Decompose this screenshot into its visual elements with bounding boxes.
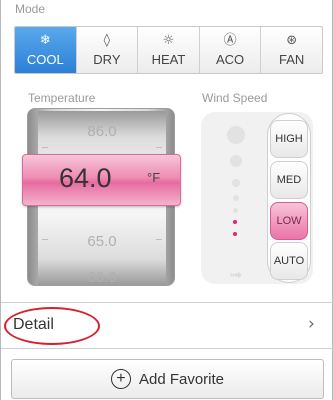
add-favorite-label: Add Favorite — [138, 370, 225, 388]
chevron-right-icon: › — [308, 314, 315, 334]
plus-circle-icon: + — [110, 369, 131, 389]
temperature-option[interactable]: 66.0 — [38, 269, 166, 285]
auto-ai-icon: Ⓐ — [223, 33, 237, 48]
fan-icon: ⊛ — [286, 33, 298, 48]
snowflake-icon: ❄ — [39, 33, 51, 48]
wind-speed-low-button[interactable]: LOW — [270, 202, 308, 240]
droplet-icon: ◊ — [103, 33, 111, 48]
mode-tab-heat[interactable]: ☼ HEAT — [138, 27, 200, 73]
drum-tick — [42, 147, 48, 148]
mode-label: Mode — [15, 2, 46, 16]
temperature-option[interactable]: 86.0 — [38, 123, 166, 140]
mode-tab-label: FAN — [279, 52, 305, 67]
drum-tick — [156, 147, 162, 148]
mode-tab-label: HEAT — [151, 52, 186, 67]
mode-selector: ❄ COOL ◊ DRY ☼ HEAT Ⓐ ACO ⊛ FAN — [14, 26, 323, 74]
wind-speed-auto-button[interactable]: AUTO — [270, 242, 308, 280]
wind-level-dot — [227, 126, 245, 144]
mode-tab-fan[interactable]: ⊛ FAN — [261, 27, 322, 73]
selected-temperature[interactable]: 64.0 °F — [22, 154, 181, 206]
mode-tab-aco[interactable]: Ⓐ ACO — [200, 27, 262, 73]
wind-level-dot — [233, 208, 238, 213]
mode-tab-label: DRY — [93, 52, 121, 67]
wind-arrow-icon: ➟ — [229, 265, 243, 284]
temperature-option[interactable]: 65.0 — [38, 233, 166, 250]
mode-tab-dry[interactable]: ◊ DRY — [77, 27, 139, 73]
wind-speed-selector: HIGH MED LOW AUTO — [267, 113, 311, 283]
annotation-highlight — [4, 307, 100, 345]
wind-level-dot-active — [233, 232, 237, 236]
wind-level-dot — [232, 179, 240, 187]
wind-speed-high-button[interactable]: HIGH — [270, 120, 308, 158]
wind-level-dot — [230, 155, 242, 167]
mode-tab-label: ACO — [215, 52, 245, 67]
sun-icon: ☼ — [162, 33, 175, 48]
wind-level-dot-active — [233, 220, 237, 224]
ac-control-panel: Mode ❄ COOL ◊ DRY ☼ HEAT Ⓐ ACO ⊛ FAN Tem… — [0, 0, 333, 400]
temperature-unit: °F — [147, 170, 161, 185]
divider — [1, 348, 333, 349]
wind-speed-med-button[interactable]: MED — [270, 161, 308, 199]
mode-tab-label: COOL — [26, 52, 64, 67]
wind-speed-label: Wind Speed — [202, 91, 268, 105]
add-favorite-button[interactable]: + Add Favorite — [11, 359, 324, 399]
mode-tab-cool[interactable]: ❄ COOL — [15, 27, 77, 73]
selected-temperature-value: 64.0 — [59, 163, 112, 193]
temperature-label: Temperature — [28, 91, 96, 105]
wind-level-dot — [233, 195, 239, 201]
